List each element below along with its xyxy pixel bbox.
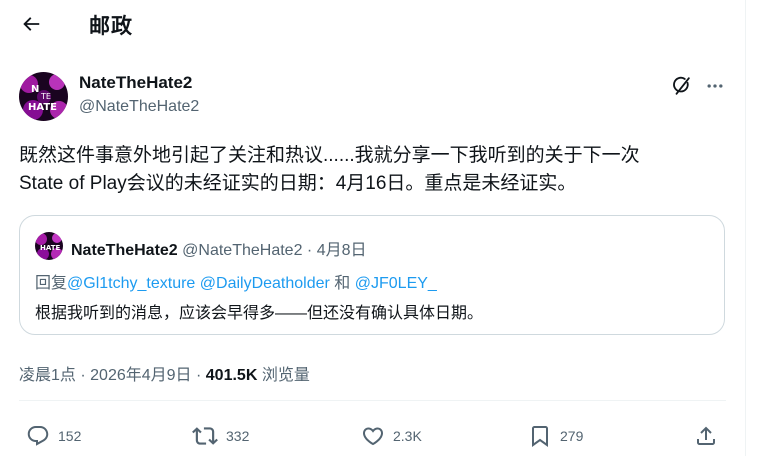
quoted-header: NateTheHate2 @NateTheHate2 · 4月8日: [71, 236, 367, 260]
author-display-name[interactable]: NateTheHate2: [79, 73, 192, 93]
avatar-image: N TE HATE: [19, 72, 68, 121]
top-bar: 邮政: [0, 0, 745, 48]
mention-link[interactable]: @DailyDeatholder: [200, 275, 330, 292]
share-button[interactable]: [694, 421, 718, 451]
svg-text:N: N: [31, 84, 39, 95]
quoted-handle[interactable]: @NateTheHate2: [182, 242, 302, 259]
mention-link[interactable]: @JF0LEY_: [355, 275, 437, 292]
more-button[interactable]: [702, 73, 728, 99]
svg-text:TE: TE: [40, 92, 51, 101]
divider: [19, 400, 726, 401]
tweet-time[interactable]: 凌晨1点: [19, 367, 76, 384]
reply-bubble-icon: [27, 426, 49, 446]
tweet-meta: 凌晨1点 · 2026年4月9日 · 401.5K 浏览量: [19, 361, 310, 385]
tweet-text-line: State of Play会议的未经证实的日期：4月16日。重点是未经证实。: [19, 173, 577, 194]
quoted-text: 根据我听到的消息，应该会早得多——但还没有确认具体日期。: [35, 305, 484, 322]
more-dots-icon: [707, 84, 723, 88]
back-button[interactable]: [14, 10, 48, 38]
repost-count: 332: [226, 428, 250, 444]
meta-separator: ·: [80, 367, 86, 384]
mention-link[interactable]: @Gl1tchy_texture: [67, 275, 195, 292]
quoted-display-name[interactable]: NateTheHate2: [71, 242, 178, 259]
tweet-text: 既然这件事意外地引起了关注和热议......我就分享一下我听到的关于下一次 St…: [19, 142, 734, 198]
author-avatar[interactable]: N TE HATE: [19, 72, 68, 121]
bookmark-icon: [532, 426, 548, 447]
views-count: 401.5K: [205, 367, 258, 384]
grok-button[interactable]: [669, 73, 695, 99]
meta-separator: ·: [196, 367, 202, 384]
repost-icon: [192, 427, 218, 445]
arrow-left-icon: [23, 17, 40, 31]
quoted-author-avatar[interactable]: HATE: [35, 232, 63, 260]
svg-text:HATE: HATE: [28, 102, 57, 113]
svg-text:HATE: HATE: [40, 244, 61, 252]
like-count: 2.3K: [393, 428, 422, 444]
page-title: 邮政: [89, 15, 133, 38]
repost-button[interactable]: 332: [192, 421, 249, 451]
reply-prefix: 回复: [35, 275, 68, 292]
quoted-tweet[interactable]: HATE NateTheHate2 @NateTheHate2 · 4月8日 回…: [19, 215, 725, 335]
bookmark-button[interactable]: 279: [528, 421, 583, 451]
author-handle[interactable]: @NateTheHate2: [79, 98, 199, 116]
quoted-separator: ·: [306, 242, 313, 259]
tweet-text-line: 既然这件事意外地引起了关注和热议......我就分享一下我听到的关于下一次: [19, 145, 640, 166]
like-button[interactable]: 2.3K: [361, 421, 422, 451]
share-icon: [697, 426, 715, 445]
tweet-date[interactable]: 2026年4月9日: [90, 367, 191, 384]
bookmark-count: 279: [560, 428, 584, 444]
avatar-image: HATE: [35, 232, 63, 260]
reply-button[interactable]: 152: [26, 421, 81, 451]
views-label: 浏览量: [261, 367, 310, 384]
grok-icon: [673, 76, 690, 95]
and-word: 和: [334, 275, 351, 292]
quoted-reply-context: 回复@Gl1tchy_texture @DailyDeatholder 和 @J…: [35, 269, 437, 293]
column-border: [745, 0, 746, 456]
quoted-date[interactable]: 4月8日: [317, 242, 367, 259]
reply-count: 152: [58, 428, 82, 444]
heart-icon: [362, 427, 384, 446]
